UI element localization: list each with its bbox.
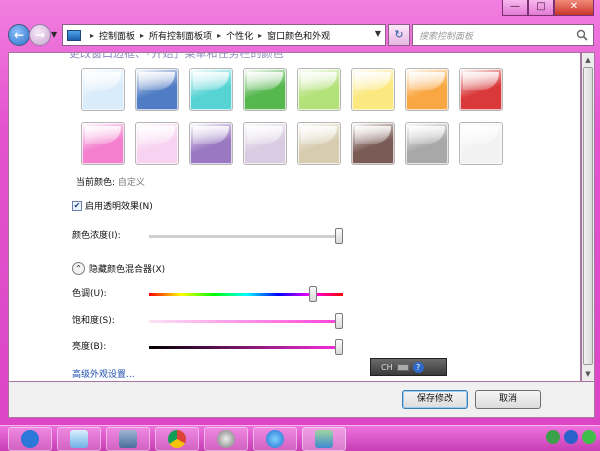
color-swatch[interactable]: [297, 122, 341, 165]
control-panel-icon: [67, 29, 81, 41]
taskbar-button-control-panel[interactable]: [302, 427, 346, 451]
ime-language[interactable]: CH: [381, 363, 393, 372]
advanced-appearance-link[interactable]: 高级外观设置...: [72, 367, 135, 380]
color-swatch[interactable]: [297, 68, 341, 111]
window-icon: [70, 430, 88, 448]
taskbar-button-virtualbox[interactable]: [106, 427, 150, 451]
caption-buttons: — □ ✕: [502, 0, 594, 16]
brightness-slider-thumb[interactable]: [335, 339, 343, 355]
color-swatch[interactable]: [405, 122, 449, 165]
app-icon: [217, 430, 235, 448]
vertical-scrollbar[interactable]: ▲ ▼: [581, 52, 595, 382]
color-swatch[interactable]: [351, 122, 395, 165]
address-bar[interactable]: ▸ 控制面板 ▸ 所有控制面板项 ▸ 个性化 ▸ 窗口颜色和外观 ▼: [62, 24, 386, 46]
dialog-button-bar: 保存修改 取消: [8, 382, 595, 418]
intensity-label: 颜色浓度(I):: [72, 231, 121, 241]
intensity-slider-thumb[interactable]: [335, 228, 343, 244]
keyboard-icon[interactable]: [396, 363, 409, 371]
chevron-up-icon[interactable]: ⌃: [72, 262, 85, 275]
security-icon[interactable]: [582, 430, 596, 444]
brightness-slider-track[interactable]: [149, 346, 343, 349]
ie-icon: [266, 430, 284, 448]
color-swatch[interactable]: [135, 68, 179, 111]
search-icon[interactable]: [576, 29, 588, 41]
intensity-slider-track[interactable]: [149, 235, 343, 238]
page-heading: 更改窗口边框、「开始」菜单和任务栏的颜色: [69, 52, 284, 60]
language-bar[interactable]: CH ?: [370, 358, 447, 376]
color-swatch[interactable]: [351, 68, 395, 111]
taskbar-button-baidu[interactable]: [8, 427, 52, 451]
breadcrumb-separator-icon[interactable]: ▸: [90, 31, 94, 40]
search-placeholder: 搜索控制面板: [419, 31, 474, 42]
color-swatch[interactable]: [243, 122, 287, 165]
back-button[interactable]: ←: [8, 24, 30, 46]
refresh-button[interactable]: ↻: [388, 24, 410, 46]
network-icon[interactable]: [546, 430, 560, 444]
navigation-bar: ← → ▼ ▸ 控制面板 ▸ 所有控制面板项 ▸ 个性化 ▸ 窗口颜色和外观 ▼…: [0, 21, 600, 49]
color-swatch[interactable]: [459, 122, 503, 165]
current-color-label: 当前颜色:: [76, 178, 116, 188]
color-swatch[interactable]: [189, 68, 233, 111]
color-swatch[interactable]: [243, 68, 287, 111]
taskbar-button-window[interactable]: [57, 427, 101, 451]
color-swatch[interactable]: [135, 122, 179, 165]
color-swatch[interactable]: [405, 68, 449, 111]
taskbar: [0, 425, 600, 451]
breadcrumb-item[interactable]: 控制面板: [99, 29, 135, 42]
current-color-value: 自定义: [117, 178, 145, 188]
scroll-down-icon[interactable]: ▼: [582, 367, 594, 381]
transparency-option[interactable]: ✔ 启用透明效果(N): [72, 199, 153, 212]
taskbar-button-chrome[interactable]: [155, 427, 199, 451]
forward-button[interactable]: →: [29, 24, 51, 46]
content-pane: 更改窗口边框、「开始」菜单和任务栏的颜色 当前颜色: 自定义 ✔ 启用透明效果(…: [8, 52, 581, 382]
transparency-checkbox[interactable]: ✔: [72, 200, 82, 211]
hue-label: 色调(U):: [72, 289, 107, 299]
saturation-slider-track[interactable]: [149, 320, 343, 323]
breadcrumb-separator-icon[interactable]: ▸: [217, 31, 221, 40]
control-panel-icon: [315, 430, 333, 448]
scroll-up-icon[interactable]: ▲: [582, 53, 594, 67]
recent-pages-dropdown-icon[interactable]: ▼: [51, 30, 57, 39]
color-swatch[interactable]: [189, 122, 233, 165]
color-mixer-toggle-label: 隐藏颜色混合器(X): [89, 265, 166, 275]
saturation-slider-thumb[interactable]: [335, 313, 343, 329]
system-tray: [546, 430, 596, 444]
saturation-label: 饱和度(S):: [72, 316, 115, 326]
chrome-icon: [168, 430, 186, 448]
baidu-icon: [21, 430, 39, 448]
transparency-label: 启用透明效果(N): [85, 202, 153, 212]
search-input[interactable]: 搜索控制面板: [412, 24, 594, 46]
current-color: 当前颜色: 自定义: [76, 175, 145, 188]
color-swatch[interactable]: [459, 68, 503, 111]
breadcrumb-item[interactable]: 窗口颜色和外观: [267, 29, 330, 42]
taskbar-button-ie[interactable]: [253, 427, 297, 451]
help-icon[interactable]: ?: [412, 361, 424, 373]
lightning-icon[interactable]: [564, 430, 578, 444]
hue-slider-thumb[interactable]: [308, 286, 317, 302]
maximize-button[interactable]: □: [528, 0, 554, 16]
minimize-button[interactable]: —: [502, 0, 528, 16]
scrollbar-thumb[interactable]: [583, 67, 593, 365]
breadcrumb-separator-icon[interactable]: ▸: [140, 31, 144, 40]
breadcrumb-item[interactable]: 所有控制面板项: [149, 29, 212, 42]
breadcrumb-item[interactable]: 个性化: [226, 29, 253, 42]
taskbar-button-app[interactable]: [204, 427, 248, 451]
color-mixer-toggle[interactable]: ⌃ 隐藏颜色混合器(X): [72, 262, 165, 275]
address-dropdown-icon[interactable]: ▼: [375, 29, 381, 38]
save-button[interactable]: 保存修改: [402, 390, 468, 409]
brightness-label: 亮度(B):: [72, 342, 107, 352]
virtualbox-icon: [119, 430, 137, 448]
breadcrumb-separator-icon[interactable]: ▸: [258, 31, 262, 40]
color-swatch[interactable]: [81, 68, 125, 111]
close-button[interactable]: ✕: [554, 0, 594, 16]
cancel-button[interactable]: 取消: [475, 390, 541, 409]
color-swatch[interactable]: [81, 122, 125, 165]
